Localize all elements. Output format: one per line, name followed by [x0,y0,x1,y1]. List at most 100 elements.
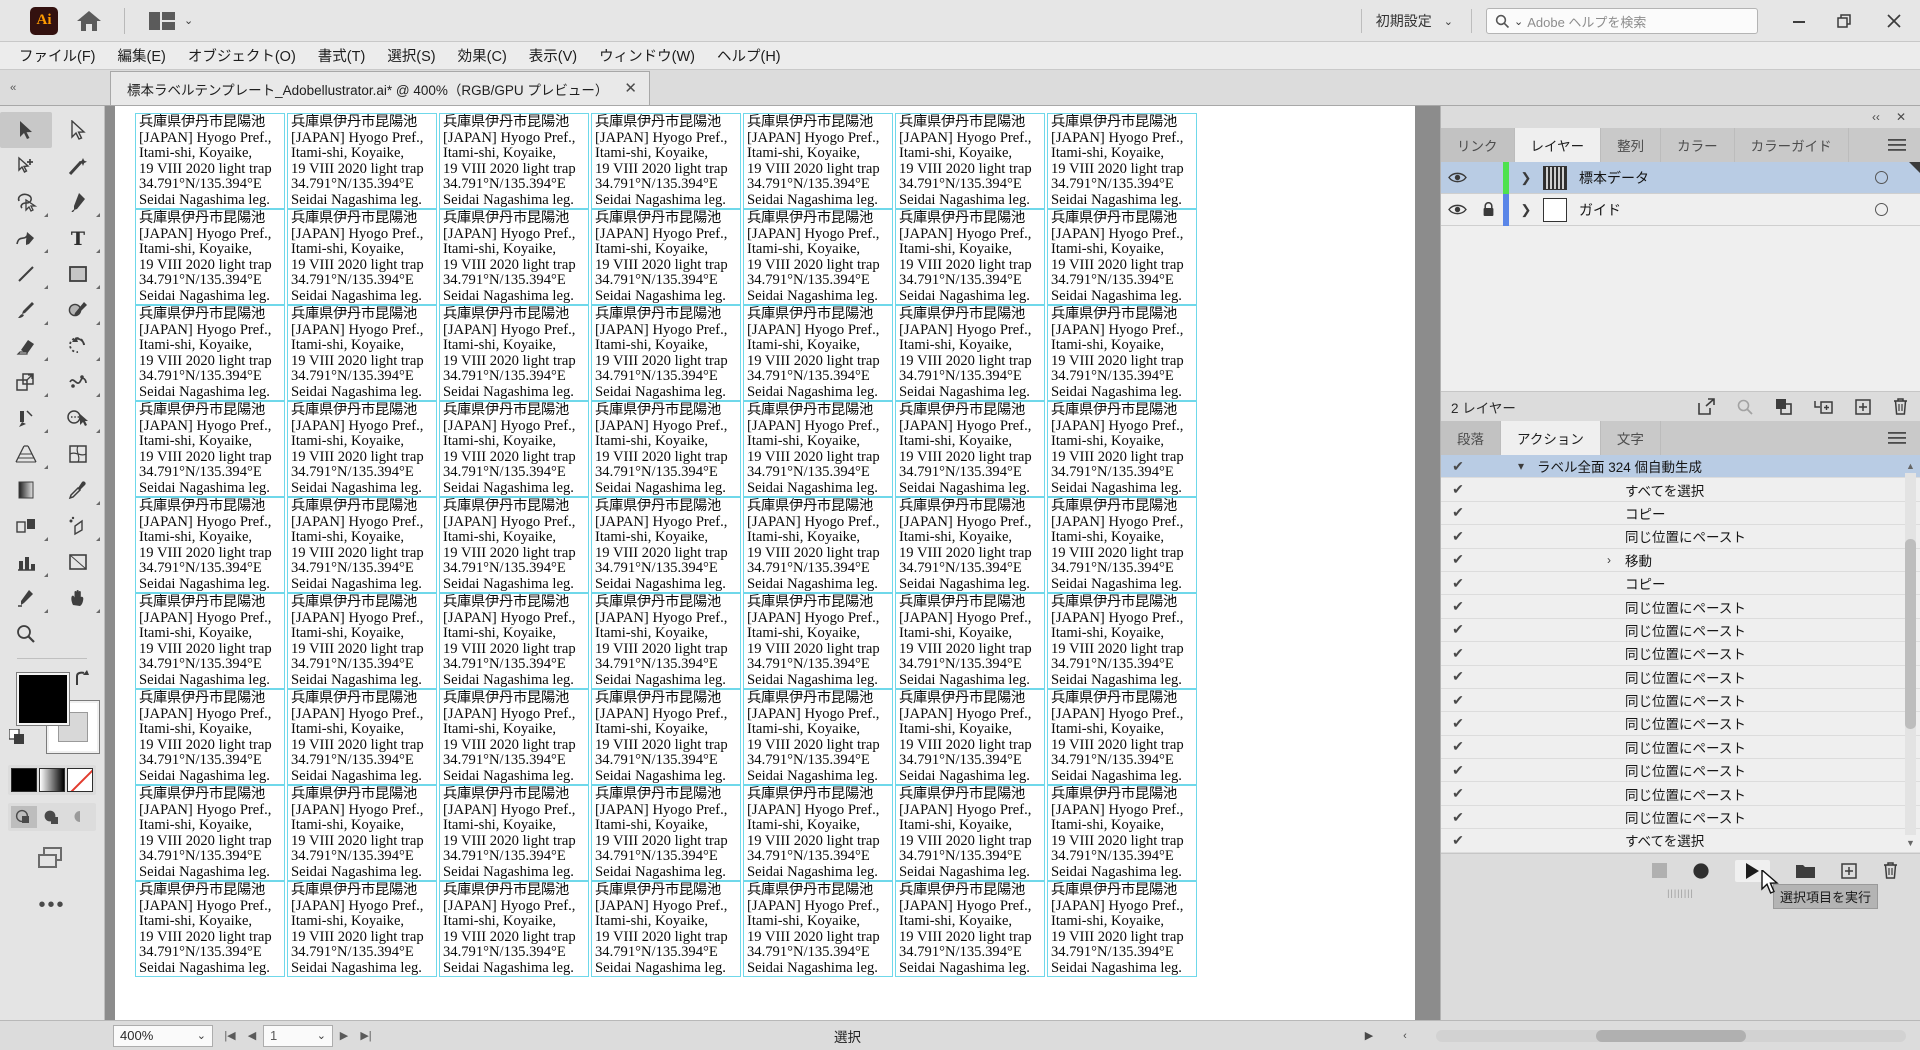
action-toggle-checkbox[interactable]: ✔ [1441,809,1475,826]
action-toggle-checkbox[interactable]: ✔ [1441,598,1475,615]
label-cell[interactable]: 兵庫県伊丹市昆陽池 [JAPAN] Hyogo Pref., Itami-shi, … [589,881,741,977]
label-cell[interactable]: 兵庫県伊丹市昆陽池 [JAPAN] Hyogo Pref., Itami-shi, … [893,497,1045,593]
specimen-label[interactable]: 兵庫県伊丹市昆陽池 [JAPAN] Hyogo Pref., Itami-shi, … [439,305,589,401]
menu-file[interactable]: ファイル(F) [8,41,107,70]
curvature-tool[interactable] [0,220,52,256]
close-icon[interactable]: ✕ [624,81,637,96]
menu-type[interactable]: 書式(T) [307,41,377,70]
label-cell[interactable]: 兵庫県伊丹市昆陽池 [JAPAN] Hyogo Pref., Itami-shi, … [133,881,285,977]
action-row[interactable]: ✔ › 移動 [1441,549,1920,572]
label-cell[interactable]: 兵庫県伊丹市昆陽池 [JAPAN] Hyogo Pref., Itami-shi, … [437,785,589,881]
specimen-label[interactable]: 兵庫県伊丹市昆陽池 [JAPAN] Hyogo Pref., Itami-shi, … [895,881,1045,977]
specimen-label[interactable]: 兵庫県伊丹市昆陽池 [JAPAN] Hyogo Pref., Itami-shi, … [895,113,1045,209]
specimen-label[interactable]: 兵庫県伊丹市昆陽池 [JAPAN] Hyogo Pref., Itami-shi, … [591,689,741,785]
specimen-label[interactable]: 兵庫県伊丹市昆陽池 [JAPAN] Hyogo Pref., Itami-shi, … [743,113,893,209]
locate-object-icon[interactable] [1737,399,1753,415]
scroll-up-icon[interactable]: ▲ [1905,459,1916,472]
lock-icon[interactable] [1473,202,1503,217]
create-sublayer-icon[interactable] [1814,399,1833,415]
none-swatch-button[interactable] [67,768,93,792]
zoom-level-select[interactable]: 400% ⌄ [113,1024,213,1047]
label-cell[interactable]: 兵庫県伊丹市昆陽池 [JAPAN] Hyogo Pref., Itami-shi, … [285,497,437,593]
label-cell[interactable]: 兵庫県伊丹市昆陽池 [JAPAN] Hyogo Pref., Itami-shi, … [741,881,893,977]
eye-icon[interactable] [1441,203,1473,216]
label-cell[interactable]: 兵庫県伊丹市昆陽池 [JAPAN] Hyogo Pref., Itami-shi, … [285,689,437,785]
label-cell[interactable]: 兵庫県伊丹市昆陽池 [JAPAN] Hyogo Pref., Itami-shi, … [1045,113,1197,209]
specimen-label[interactable]: 兵庫県伊丹市昆陽池 [JAPAN] Hyogo Pref., Itami-shi, … [895,209,1045,305]
specimen-label[interactable]: 兵庫県伊丹市昆陽池 [JAPAN] Hyogo Pref., Itami-shi, … [135,209,285,305]
release-to-layers-icon[interactable] [1698,398,1715,415]
specimen-label[interactable]: 兵庫県伊丹市昆陽池 [JAPAN] Hyogo Pref., Itami-shi, … [439,785,589,881]
label-cell[interactable]: 兵庫県伊丹市昆陽池 [JAPAN] Hyogo Pref., Itami-shi, … [741,593,893,689]
panel-menu-icon[interactable] [1874,421,1920,455]
menu-window[interactable]: ウィンドウ(W) [588,41,706,70]
stop-playing-icon[interactable] [1652,863,1667,878]
specimen-label[interactable]: 兵庫県伊丹市昆陽池 [JAPAN] Hyogo Pref., Itami-shi, … [135,113,285,209]
label-cell[interactable]: 兵庫県伊丹市昆陽池 [JAPAN] Hyogo Pref., Itami-shi, … [893,401,1045,497]
label-cell[interactable]: 兵庫県伊丹市昆陽池 [JAPAN] Hyogo Pref., Itami-shi, … [437,593,589,689]
action-toggle-checkbox[interactable]: ✔ [1441,528,1475,545]
status-menu-icon[interactable]: ▶ [1358,1029,1380,1042]
lasso-add-anchor-tool[interactable] [0,148,52,184]
previous-artboard-button[interactable]: ◀ [241,1029,263,1042]
action-toggle-checkbox[interactable]: ✔ [1441,832,1475,849]
label-cell[interactable]: 兵庫県伊丹市昆陽池 [JAPAN] Hyogo Pref., Itami-shi, … [285,401,437,497]
chevron-right-icon[interactable]: ❯ [1509,170,1543,186]
label-cell[interactable]: 兵庫県伊丹市昆陽池 [JAPAN] Hyogo Pref., Itami-shi, … [285,209,437,305]
label-cell[interactable]: 兵庫県伊丹市昆陽池 [JAPAN] Hyogo Pref., Itami-shi, … [741,785,893,881]
action-row[interactable]: ✔ 同じ位置にペースト [1441,782,1920,806]
label-cell[interactable]: 兵庫県伊丹市昆陽池 [JAPAN] Hyogo Pref., Itami-shi, … [893,593,1045,689]
specimen-label[interactable]: 兵庫県伊丹市昆陽池 [JAPAN] Hyogo Pref., Itami-shi, … [287,305,437,401]
specimen-label[interactable]: 兵庫県伊丹市昆陽池 [JAPAN] Hyogo Pref., Itami-shi, … [439,209,589,305]
action-row[interactable]: ✔ 同じ位置にペースト [1441,806,1920,830]
specimen-label[interactable]: 兵庫県伊丹市昆陽池 [JAPAN] Hyogo Pref., Itami-shi, … [439,593,589,689]
scroll-left-icon[interactable]: ‹ [1394,1030,1416,1042]
specimen-label[interactable]: 兵庫県伊丹市昆陽池 [JAPAN] Hyogo Pref., Itami-shi, … [1047,401,1197,497]
screen-mode-button[interactable] [35,845,69,871]
blend-tool[interactable] [0,508,52,544]
rectangle-tool[interactable] [52,256,104,292]
specimen-label[interactable]: 兵庫県伊丹市昆陽池 [JAPAN] Hyogo Pref., Itami-shi, … [439,401,589,497]
menu-effect[interactable]: 効果(C) [447,41,518,70]
specimen-label[interactable]: 兵庫県伊丹市昆陽池 [JAPAN] Hyogo Pref., Itami-shi, … [591,113,741,209]
label-cell[interactable]: 兵庫県伊丹市昆陽池 [JAPAN] Hyogo Pref., Itami-shi, … [1045,401,1197,497]
specimen-label[interactable]: 兵庫県伊丹市昆陽池 [JAPAN] Hyogo Pref., Itami-shi, … [135,401,285,497]
delete-layer-icon[interactable] [1893,398,1908,415]
specimen-label[interactable]: 兵庫県伊丹市昆陽池 [JAPAN] Hyogo Pref., Itami-shi, … [895,593,1045,689]
label-cell[interactable]: 兵庫県伊丹市昆陽池 [JAPAN] Hyogo Pref., Itami-shi, … [133,497,285,593]
specimen-label[interactable]: 兵庫県伊丹市昆陽池 [JAPAN] Hyogo Pref., Itami-shi, … [591,305,741,401]
action-toggle-checkbox[interactable]: ✔ [1441,738,1475,755]
label-cell[interactable]: 兵庫県伊丹市昆陽池 [JAPAN] Hyogo Pref., Itami-shi, … [741,305,893,401]
menu-select[interactable]: 選択(S) [376,41,446,70]
width-warp-tool[interactable] [52,364,104,400]
artboard-number-select[interactable]: 1 ⌄ [263,1024,333,1047]
direct-selection-tool[interactable] [52,112,104,148]
begin-recording-icon[interactable] [1693,862,1709,879]
specimen-label[interactable]: 兵庫県伊丹市昆陽池 [JAPAN] Hyogo Pref., Itami-shi, … [1047,305,1197,401]
label-cell[interactable]: 兵庫県伊丹市昆陽池 [JAPAN] Hyogo Pref., Itami-shi, … [589,305,741,401]
eye-icon[interactable] [1441,171,1473,184]
action-toggle-checkbox[interactable]: ✔ [1441,645,1475,662]
action-toggle-checkbox[interactable]: ✔ [1441,762,1475,779]
arrange-documents-button[interactable]: ⌄ [149,11,193,30]
line-segment-tool[interactable] [0,256,52,292]
specimen-label[interactable]: 兵庫県伊丹市昆陽池 [JAPAN] Hyogo Pref., Itami-shi, … [591,497,741,593]
menu-help[interactable]: ヘルプ(H) [706,41,792,70]
specimen-label[interactable]: 兵庫県伊丹市昆陽池 [JAPAN] Hyogo Pref., Itami-shi, … [439,497,589,593]
magic-wand-tool[interactable] [52,148,104,184]
document-tab[interactable]: 標本ラベルテンプレート_Adobellustrator.ai* @ 400%（R… [110,71,650,105]
tab-color[interactable]: カラー [1661,128,1735,162]
first-artboard-button[interactable]: |◀ [219,1029,241,1042]
action-row[interactable]: ✔ すべてを選択 [1441,478,1920,502]
specimen-label[interactable]: 兵庫県伊丹市昆陽池 [JAPAN] Hyogo Pref., Itami-shi, … [287,497,437,593]
specimen-label[interactable]: 兵庫県伊丹市昆陽池 [JAPAN] Hyogo Pref., Itami-shi, … [895,785,1045,881]
label-cell[interactable]: 兵庫県伊丹市昆陽池 [JAPAN] Hyogo Pref., Itami-shi, … [1045,785,1197,881]
specimen-label[interactable]: 兵庫県伊丹市昆陽池 [JAPAN] Hyogo Pref., Itami-shi, … [1047,209,1197,305]
type-tool[interactable]: T [52,220,104,256]
specimen-label[interactable]: 兵庫県伊丹市昆陽池 [JAPAN] Hyogo Pref., Itami-shi, … [439,113,589,209]
label-cell[interactable]: 兵庫県伊丹市昆陽池 [JAPAN] Hyogo Pref., Itami-shi, … [741,689,893,785]
rotate-tool[interactable] [52,328,104,364]
specimen-label[interactable]: 兵庫県伊丹市昆陽池 [JAPAN] Hyogo Pref., Itami-shi, … [287,881,437,977]
create-new-action-icon[interactable] [1841,862,1857,879]
specimen-label[interactable]: 兵庫県伊丹市昆陽池 [JAPAN] Hyogo Pref., Itami-shi, … [591,593,741,689]
